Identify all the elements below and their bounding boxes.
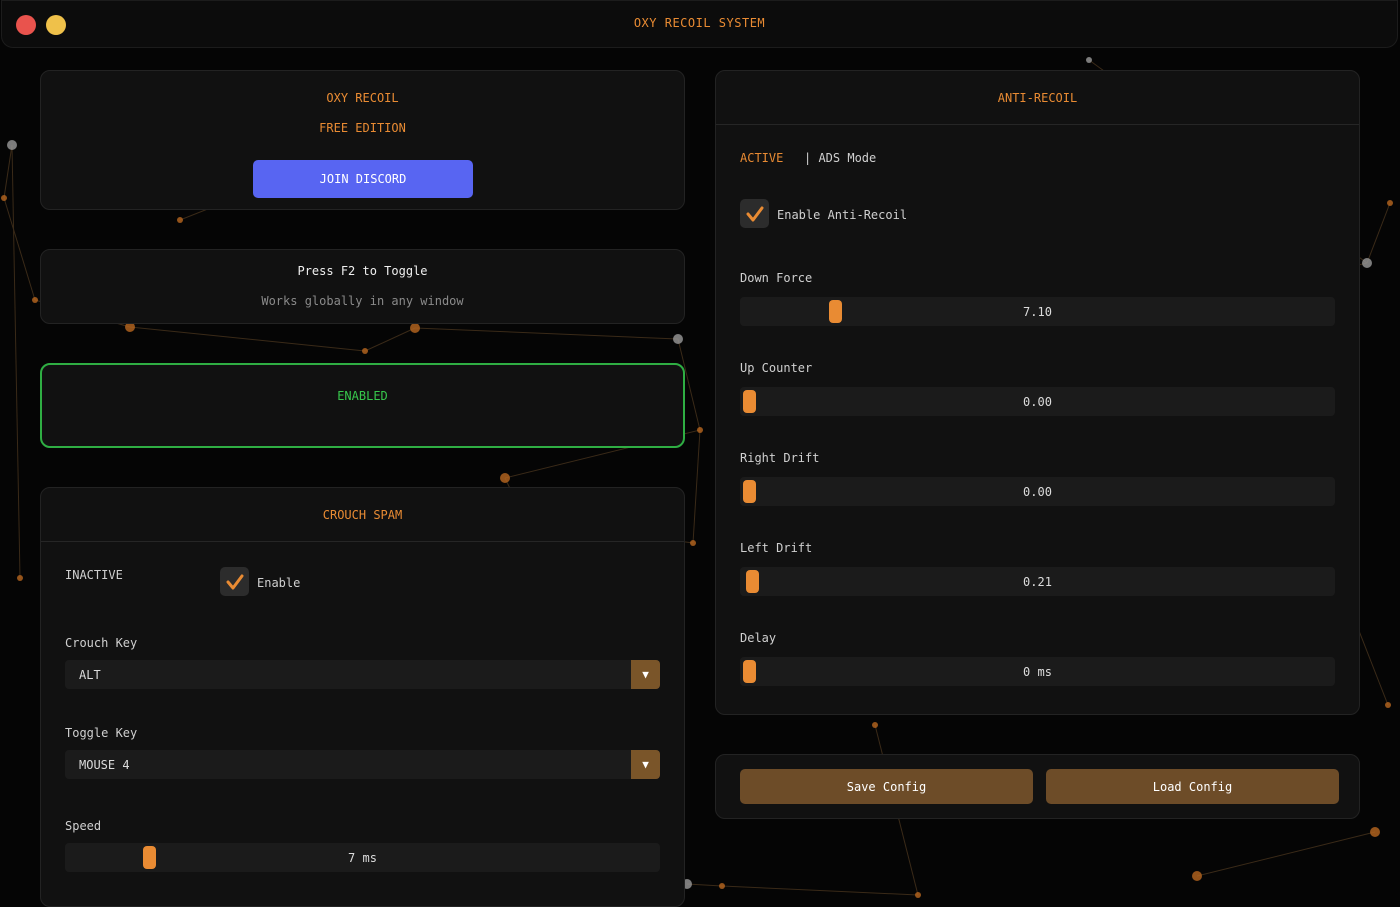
down-force-label: Down Force xyxy=(740,271,813,285)
hotkey-panel: Press F2 to Toggle Works globally in any… xyxy=(40,249,685,324)
up-counter-label: Up Counter xyxy=(740,361,813,375)
hotkey-title: Press F2 to Toggle xyxy=(297,264,428,278)
config-panel: Save Config Load Config xyxy=(715,754,1360,819)
speed-slider[interactable]: 7 ms xyxy=(65,843,660,872)
down-force-value: 7.10 xyxy=(1023,305,1052,319)
load-config-button[interactable]: Load Config xyxy=(1046,769,1339,804)
checkmark-icon xyxy=(746,206,763,221)
delay-value: 0 ms xyxy=(1023,665,1052,679)
left-drift-value: 0.21 xyxy=(1023,575,1052,589)
anti-recoil-enable-checkbox[interactable] xyxy=(740,199,769,228)
anti-recoil-title: ANTI-RECOIL xyxy=(997,91,1078,105)
crouch-spam-title: CROUCH SPAM xyxy=(322,508,403,522)
anti-recoil-enable-label: Enable Anti-Recoil xyxy=(777,208,908,222)
crouch-spam-panel: CROUCH SPAM INACTIVE Enable Crouch Key A… xyxy=(40,487,685,907)
anti-recoil-header: ANTI-RECOIL xyxy=(716,71,1359,125)
app-title: OXY RECOIL SYSTEM xyxy=(633,16,766,30)
speed-value: 7 ms xyxy=(348,851,377,865)
status-panel: ENABLED xyxy=(40,363,685,448)
dropdown-arrow-icon[interactable]: ▼ xyxy=(631,750,660,779)
delay-label: Delay xyxy=(740,631,777,645)
toggle-key-label: Toggle Key xyxy=(65,726,138,740)
save-config-button[interactable]: Save Config xyxy=(740,769,1033,804)
title-bar: OXY RECOIL SYSTEM xyxy=(1,0,1398,48)
crouch-spam-state: INACTIVE xyxy=(65,568,123,582)
hotkey-subtitle: Works globally in any window xyxy=(261,294,464,308)
up-counter-value: 0.00 xyxy=(1023,395,1052,409)
crouch-enable-checkbox[interactable] xyxy=(220,567,249,596)
checkmark-icon xyxy=(226,574,243,589)
brand-name: OXY RECOIL xyxy=(326,91,399,105)
speed-label: Speed xyxy=(65,819,102,833)
right-drift-label: Right Drift xyxy=(740,451,820,465)
down-force-slider[interactable]: 7.10 xyxy=(740,297,1335,326)
anti-recoil-panel: ANTI-RECOIL ACTIVE | ADS Mode Enable Ant… xyxy=(715,70,1360,715)
up-counter-slider[interactable]: 0.00 xyxy=(740,387,1335,416)
left-drift-slider[interactable]: 0.21 xyxy=(740,567,1335,596)
left-drift-label: Left Drift xyxy=(740,541,813,555)
ads-mode-label: | ADS Mode xyxy=(804,151,877,165)
toggle-key-value: MOUSE 4 xyxy=(79,758,130,772)
right-drift-value: 0.00 xyxy=(1023,485,1052,499)
right-drift-slider[interactable]: 0.00 xyxy=(740,477,1335,506)
brand-panel: OXY RECOIL FREE EDITION JOIN DISCORD xyxy=(40,70,685,210)
crouch-key-select[interactable]: ALT ▼ xyxy=(65,660,660,689)
dropdown-arrow-icon[interactable]: ▼ xyxy=(631,660,660,689)
toggle-key-select[interactable]: MOUSE 4 ▼ xyxy=(65,750,660,779)
crouch-key-value: ALT xyxy=(79,668,101,682)
crouch-enable-label: Enable xyxy=(257,576,301,590)
anti-recoil-state: ACTIVE xyxy=(740,151,784,165)
crouch-spam-header: CROUCH SPAM xyxy=(41,488,684,542)
edition-label: FREE EDITION xyxy=(319,121,406,135)
crouch-key-label: Crouch Key xyxy=(65,636,138,650)
status-label: ENABLED xyxy=(337,389,388,403)
join-discord-button[interactable]: JOIN DISCORD xyxy=(253,160,473,198)
delay-slider[interactable]: 0 ms xyxy=(740,657,1335,686)
